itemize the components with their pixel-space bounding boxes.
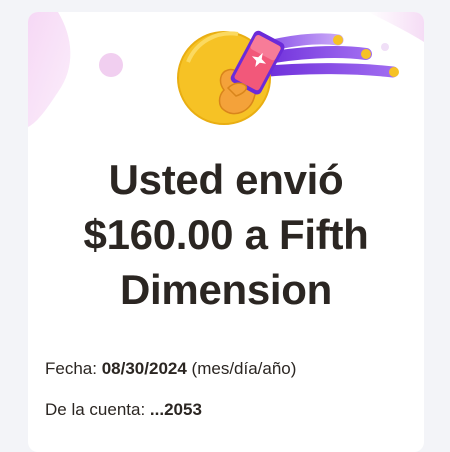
background-bubble bbox=[99, 53, 123, 77]
account-value: ...2053 bbox=[149, 400, 202, 419]
motion-trail-lower bbox=[252, 63, 399, 78]
date-row: Fecha: 08/30/2024 (mes/día/año) bbox=[45, 359, 296, 379]
title-line-3: Dimension bbox=[120, 266, 332, 313]
payment-sent-illustration bbox=[28, 12, 424, 127]
trail-dot-1 bbox=[333, 35, 343, 45]
date-label: Fecha: bbox=[45, 359, 97, 378]
date-format-hint: (mes/día/año) bbox=[191, 359, 297, 378]
background-blob-right bbox=[368, 12, 424, 42]
trail-dot-3 bbox=[389, 67, 399, 77]
confirmation-title: Usted envió $160.00 a Fifth Dimension bbox=[28, 152, 424, 317]
background-blob-left bbox=[28, 12, 71, 127]
confirmation-card: Usted envió $160.00 a Fifth Dimension Fe… bbox=[28, 12, 424, 452]
trail-dot-2 bbox=[361, 49, 371, 59]
date-value: 08/30/2024 bbox=[101, 359, 187, 378]
sparkle-dot bbox=[381, 43, 389, 51]
title-line-2: $160.00 a Fifth bbox=[83, 211, 369, 258]
account-row: De la cuenta: ...2053 bbox=[45, 400, 202, 420]
account-label: De la cuenta: bbox=[45, 400, 146, 419]
title-line-1: Usted envió bbox=[108, 156, 344, 203]
